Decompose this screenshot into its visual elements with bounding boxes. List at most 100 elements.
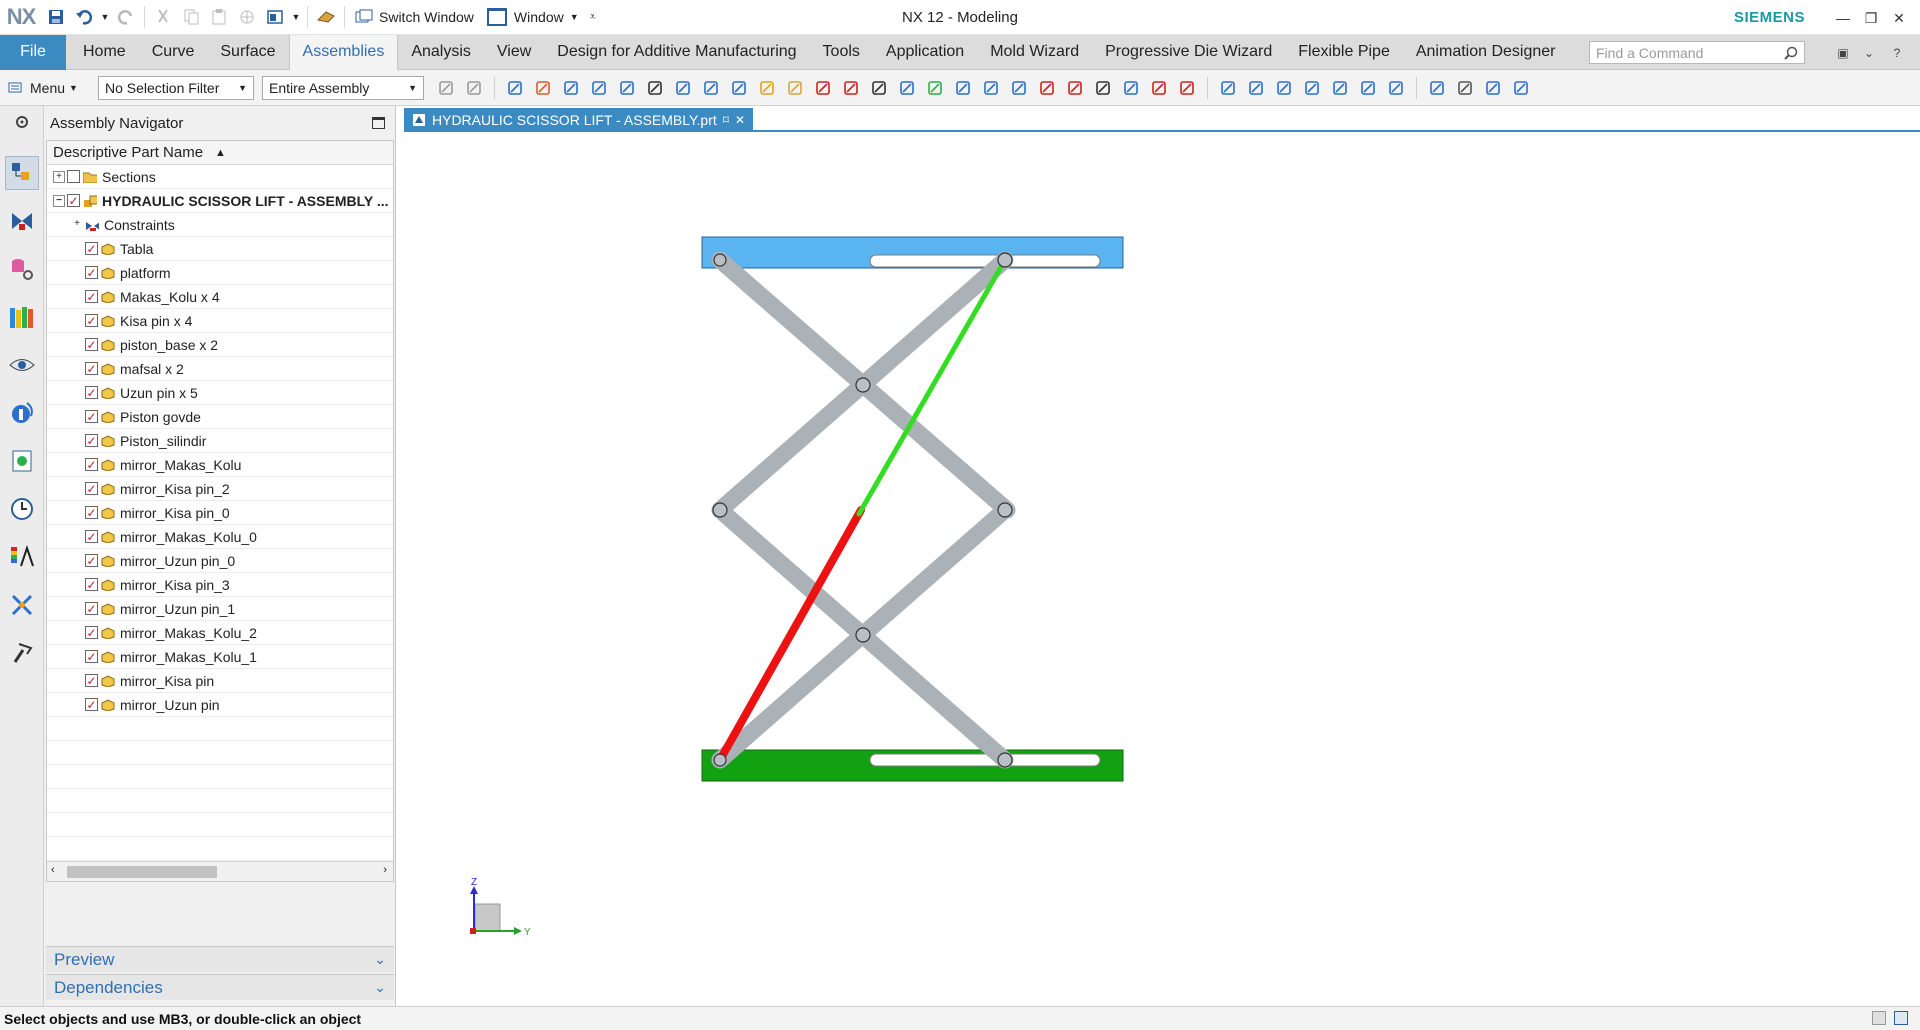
constraint-navigator-icon[interactable] — [5, 204, 39, 238]
tab-assemblies[interactable]: Assemblies — [288, 34, 399, 70]
close-tab-icon[interactable]: ✕ — [735, 113, 745, 127]
visibility-checkbox[interactable] — [85, 386, 98, 399]
piston-rod[interactable] — [856, 257, 1008, 517]
visibility-checkbox[interactable] — [85, 578, 98, 591]
visibility-checkbox[interactable] — [85, 362, 98, 375]
tab-surface[interactable]: Surface — [207, 35, 288, 70]
visibility-checkbox[interactable] — [85, 506, 98, 519]
tree-row-part[interactable]: mafsal x 2 — [47, 357, 393, 381]
paste-icon[interactable] — [205, 3, 233, 31]
tree-row-part[interactable]: mirror_Makas_Kolu_2 — [47, 621, 393, 645]
visibility-checkbox[interactable] — [85, 530, 98, 543]
visual-history-icon[interactable] — [5, 348, 39, 382]
undo-icon[interactable] — [70, 3, 98, 31]
tree-row-part[interactable]: mirror_Uzun pin_1 — [47, 597, 393, 621]
visibility-checkbox[interactable] — [85, 290, 98, 303]
selection-tool-icon[interactable] — [462, 76, 486, 100]
selection-tool-icon[interactable] — [699, 76, 723, 100]
selection-tool-icon[interactable] — [643, 76, 667, 100]
selection-tool-icon[interactable] — [923, 76, 947, 100]
selection-tool-icon[interactable] — [1272, 76, 1296, 100]
selection-tool-icon[interactable] — [1509, 76, 1533, 100]
selection-tool-icon[interactable] — [671, 76, 695, 100]
selection-tool-icon[interactable] — [867, 76, 891, 100]
tab-design-for-additive-manufacturing[interactable]: Design for Additive Manufacturing — [544, 35, 809, 70]
selection-tool-icon[interactable] — [531, 76, 555, 100]
history-palette-icon[interactable] — [5, 444, 39, 478]
selection-tool-icon[interactable] — [951, 76, 975, 100]
tree-row-part[interactable]: piston_base x 2 — [47, 333, 393, 357]
analysis-spectrum-icon[interactable] — [5, 540, 39, 574]
tree-row-part[interactable]: mirror_Uzun pin_0 — [47, 549, 393, 573]
find-command-input[interactable]: Find a Command — [1589, 41, 1805, 64]
web-browser-icon[interactable] — [5, 396, 39, 430]
selection-tool-icon[interactable] — [1425, 76, 1449, 100]
tree-row-constraints[interactable]: + Constraints — [47, 213, 393, 237]
scroll-thumb[interactable] — [67, 866, 217, 878]
selection-tool-icon[interactable] — [979, 76, 1003, 100]
tab-animation-designer[interactable]: Animation Designer — [1403, 35, 1569, 70]
selection-tool-icon[interactable] — [1216, 76, 1240, 100]
reuse-library-icon[interactable] — [5, 300, 39, 334]
copy-icon[interactable] — [177, 3, 205, 31]
selection-tool-icon[interactable] — [783, 76, 807, 100]
help-icon[interactable]: ? — [1888, 44, 1906, 62]
pin[interactable] — [713, 253, 727, 267]
selection-tool-icon[interactable] — [1175, 76, 1199, 100]
visibility-checkbox[interactable] — [85, 410, 98, 423]
tab-tools[interactable]: Tools — [810, 35, 873, 70]
tab-curve[interactable]: Curve — [139, 35, 208, 70]
close-icon[interactable]: ✕ — [1886, 5, 1912, 31]
selection-tool-icon[interactable] — [1007, 76, 1031, 100]
restore-icon[interactable]: ❐ — [1858, 5, 1884, 31]
selection-tool-icon[interactable] — [727, 76, 751, 100]
tree-row-part[interactable]: Piston govde — [47, 405, 393, 429]
tree-row-part[interactable]: mirror_Kisa pin_3 — [47, 573, 393, 597]
visibility-checkbox[interactable] — [85, 338, 98, 351]
expand-icon[interactable]: + — [71, 218, 83, 231]
cut-icon[interactable] — [149, 3, 177, 31]
dependencies-panel-header[interactable]: Dependencies ⌄ — [46, 974, 394, 1000]
visibility-checkbox[interactable] — [67, 170, 80, 183]
visibility-checkbox[interactable] — [85, 674, 98, 687]
selection-tool-icon[interactable] — [434, 76, 458, 100]
visibility-checkbox[interactable] — [85, 314, 98, 327]
pin[interactable] — [713, 753, 727, 767]
layout-icon[interactable] — [261, 3, 289, 31]
customize-qat-icon[interactable]: ⩡ — [585, 3, 601, 31]
part-navigator-icon[interactable] — [5, 252, 39, 286]
selection-tool-icon[interactable] — [839, 76, 863, 100]
selection-tool-icon[interactable] — [895, 76, 919, 100]
selection-tool-icon[interactable] — [559, 76, 583, 100]
pin[interactable] — [712, 502, 728, 518]
touch-mode-icon[interactable] — [312, 3, 340, 31]
tree-row-part[interactable]: mirror_Makas_Kolu_0 — [47, 525, 393, 549]
visibility-checkbox[interactable] — [85, 458, 98, 471]
visibility-checkbox[interactable] — [85, 242, 98, 255]
tree-row-part[interactable]: mirror_Makas_Kolu_1 — [47, 645, 393, 669]
redo-icon[interactable] — [112, 3, 140, 31]
visibility-checkbox[interactable] — [85, 266, 98, 279]
pin[interactable] — [997, 502, 1013, 518]
tab-view[interactable]: View — [484, 35, 544, 70]
save-icon[interactable] — [42, 3, 70, 31]
visibility-checkbox[interactable] — [85, 554, 98, 567]
selection-tool-icon[interactable] — [811, 76, 835, 100]
tree-row-part[interactable]: Kisa pin x 4 — [47, 309, 393, 333]
visibility-checkbox[interactable] — [85, 602, 98, 615]
selection-tool-icon[interactable] — [1063, 76, 1087, 100]
selection-tool-icon[interactable] — [503, 76, 527, 100]
tab-flexible-pipe[interactable]: Flexible Pipe — [1285, 35, 1403, 70]
tab-mold-wizard[interactable]: Mold Wizard — [977, 35, 1092, 70]
document-tab[interactable]: HYDRAULIC SCISSOR LIFT - ASSEMBLY.prt ⌑ … — [404, 108, 753, 132]
motion-navigator-icon[interactable] — [5, 588, 39, 622]
tab-home[interactable]: Home — [70, 35, 139, 70]
switch-window-button[interactable]: Switch Window — [349, 3, 480, 31]
tree-row-part[interactable]: mirror_Kisa pin_0 — [47, 501, 393, 525]
tree-row-part[interactable]: mirror_Kisa pin — [47, 669, 393, 693]
tree-row-root-assembly[interactable]: − HYDRAULIC SCISSOR LIFT - ASSEMBLY ... — [47, 189, 393, 213]
tree-row-part[interactable]: Piston_silindir — [47, 429, 393, 453]
tab-file[interactable]: File — [0, 34, 66, 70]
pin[interactable] — [855, 627, 871, 643]
tab-options-icon[interactable]: ⌑ — [723, 113, 729, 127]
